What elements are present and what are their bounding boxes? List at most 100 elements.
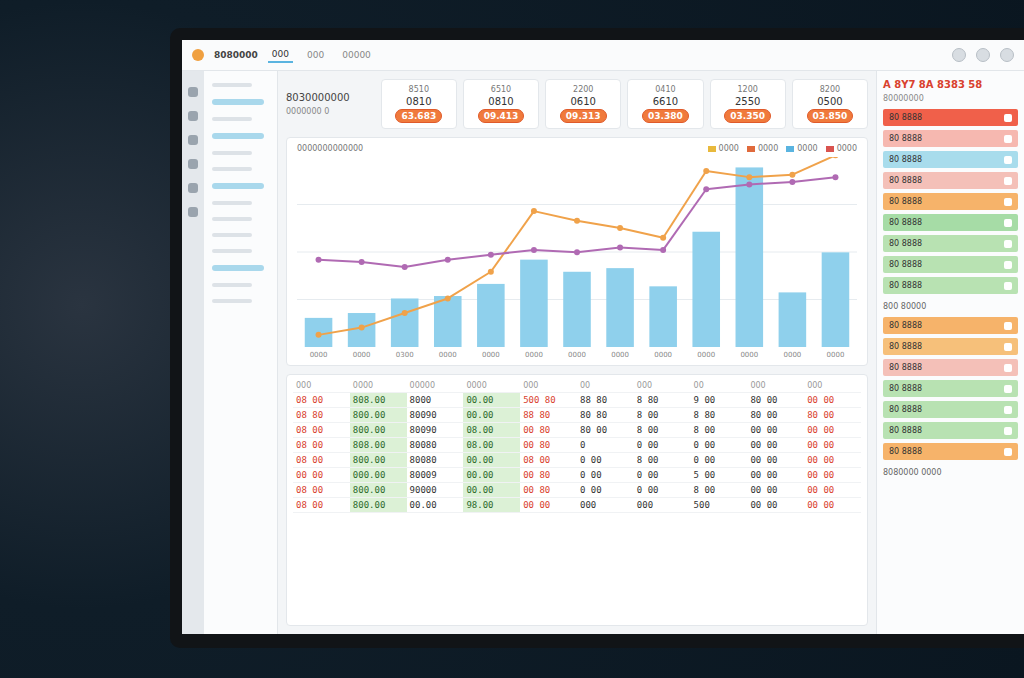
table-row[interactable]: 08 00800.009000000.0000 800 000 008 0000…: [293, 483, 861, 498]
user-icon[interactable]: [952, 48, 966, 62]
column-header[interactable]: 00: [691, 379, 748, 392]
panel-item[interactable]: 80 8888: [883, 193, 1018, 210]
line-point[interactable]: [402, 264, 408, 270]
table-row[interactable]: 08 80800.008009000.0088 8080 808 008 808…: [293, 408, 861, 423]
sidebar-item[interactable]: [212, 99, 269, 105]
sidebar-item[interactable]: [212, 233, 269, 237]
line-point[interactable]: [488, 252, 494, 258]
line-point[interactable]: [316, 257, 322, 263]
sidebar-item[interactable]: [212, 117, 269, 121]
line-point[interactable]: [359, 325, 365, 331]
panel-item[interactable]: 80 8888: [883, 151, 1018, 168]
column-header[interactable]: 0000: [463, 379, 520, 392]
panel-item[interactable]: 80 8888: [883, 380, 1018, 397]
chart-bar[interactable]: [434, 296, 462, 347]
panel-item[interactable]: 80 8888: [883, 401, 1018, 418]
panel-item[interactable]: 80 8888: [883, 256, 1018, 273]
column-header[interactable]: 0000: [350, 379, 407, 392]
chart-bar[interactable]: [520, 260, 548, 347]
sidebar-item[interactable]: [212, 133, 269, 139]
column-header[interactable]: 000: [747, 379, 804, 392]
sidebar-item[interactable]: [212, 151, 269, 155]
line-point[interactable]: [574, 218, 580, 224]
chart-bar[interactable]: [779, 292, 807, 347]
chart-bar[interactable]: [692, 232, 720, 347]
nav-icon[interactable]: [188, 159, 198, 169]
panel-item[interactable]: 80 8888: [883, 359, 1018, 376]
chart-bar[interactable]: [477, 284, 505, 347]
panel-item[interactable]: 80 8888: [883, 235, 1018, 252]
sidebar-item[interactable]: [212, 183, 269, 189]
chart-bar[interactable]: [736, 167, 764, 347]
kpi-card[interactable]: 0410 6610 03.380: [627, 79, 703, 129]
line-point[interactable]: [703, 168, 709, 174]
column-header[interactable]: 000: [293, 379, 350, 392]
kpi-card[interactable]: 6510 0810 09.413: [463, 79, 539, 129]
column-header[interactable]: 00000: [407, 379, 464, 392]
chart-bar[interactable]: [606, 268, 634, 347]
line-point[interactable]: [445, 295, 451, 301]
nav-icon[interactable]: [188, 183, 198, 193]
kpi-card[interactable]: 8510 0810 63.683: [381, 79, 457, 129]
sidebar-item[interactable]: [212, 83, 269, 87]
sidebar-item[interactable]: [212, 299, 269, 303]
bell-icon[interactable]: [1000, 48, 1014, 62]
line-point[interactable]: [703, 186, 709, 192]
table-row[interactable]: 08 00808.00800000.00500 8088 808 809 008…: [293, 393, 861, 408]
nav-icon[interactable]: [188, 135, 198, 145]
line-point[interactable]: [574, 249, 580, 255]
table-row[interactable]: 08 00800.0000.0098.0000 0000000050000 00…: [293, 498, 861, 513]
line-point[interactable]: [617, 245, 623, 251]
table-row[interactable]: 08 00800.008008000.0008 000 008 000 0000…: [293, 453, 861, 468]
column-header[interactable]: 000: [804, 379, 861, 392]
line-point[interactable]: [660, 235, 666, 241]
line-point[interactable]: [832, 174, 838, 180]
sidebar-item[interactable]: [212, 217, 269, 221]
line-point[interactable]: [789, 172, 795, 178]
sidebar-item[interactable]: [212, 167, 269, 171]
panel-item[interactable]: 80 8888: [883, 130, 1018, 147]
top-tab[interactable]: 00000: [338, 48, 375, 62]
column-header[interactable]: 000: [520, 379, 577, 392]
line-point[interactable]: [488, 269, 494, 275]
line-point[interactable]: [617, 225, 623, 231]
chart-bar[interactable]: [822, 252, 850, 347]
line-point[interactable]: [660, 247, 666, 253]
table-row[interactable]: 00 00000.008000900.0000 800 000 005 0000…: [293, 468, 861, 483]
line-point[interactable]: [531, 247, 537, 253]
panel-item[interactable]: 80 8888: [883, 214, 1018, 231]
chart-bar[interactable]: [391, 298, 419, 347]
panel-item[interactable]: 80 8888: [883, 172, 1018, 189]
line-point[interactable]: [402, 310, 408, 316]
nav-icon[interactable]: [188, 111, 198, 121]
line-point[interactable]: [746, 174, 752, 180]
column-header[interactable]: 00: [577, 379, 634, 392]
nav-icon[interactable]: [188, 207, 198, 217]
kpi-card[interactable]: 8200 0500 03.850: [792, 79, 868, 129]
panel-item[interactable]: 80 8888: [883, 338, 1018, 355]
line-point[interactable]: [832, 157, 838, 158]
line-point[interactable]: [531, 208, 537, 214]
panel-item[interactable]: 80 8888: [883, 317, 1018, 334]
panel-item[interactable]: 80 8888: [883, 109, 1018, 126]
top-tab[interactable]: 000: [303, 48, 328, 62]
sidebar-item[interactable]: [212, 201, 269, 205]
line-point[interactable]: [445, 257, 451, 263]
table-row[interactable]: 08 00808.008008008.0000 8000 000 0000 00…: [293, 438, 861, 453]
kpi-card[interactable]: 2200 0610 09.313: [545, 79, 621, 129]
panel-item[interactable]: 80 8888: [883, 422, 1018, 439]
line-point[interactable]: [746, 181, 752, 187]
panel-item[interactable]: 80 8888: [883, 277, 1018, 294]
sidebar-item[interactable]: [212, 283, 269, 287]
sidebar-item[interactable]: [212, 249, 269, 253]
kpi-card[interactable]: 1200 2550 03.350: [710, 79, 786, 129]
sidebar-item[interactable]: [212, 265, 269, 271]
column-header[interactable]: 000: [634, 379, 691, 392]
line-point[interactable]: [789, 179, 795, 185]
top-tab[interactable]: 000: [268, 47, 293, 63]
table-row[interactable]: 08 00800.008009008.0000 8080 008 008 000…: [293, 423, 861, 438]
settings-icon[interactable]: [976, 48, 990, 62]
line-point[interactable]: [359, 259, 365, 265]
nav-icon[interactable]: [188, 87, 198, 97]
panel-item[interactable]: 80 8888: [883, 443, 1018, 460]
